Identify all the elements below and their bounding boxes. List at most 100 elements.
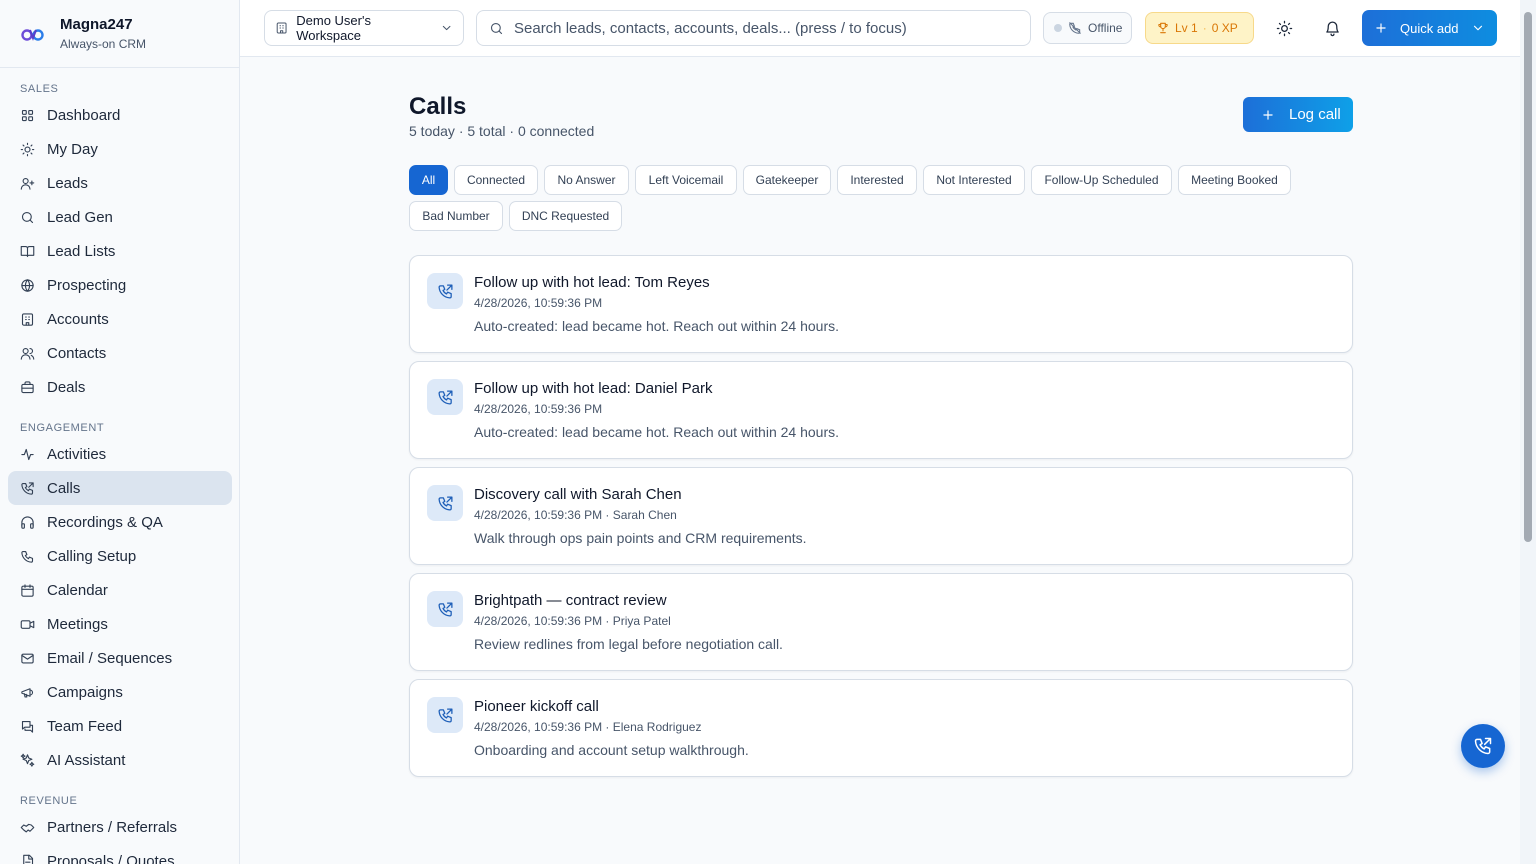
sidebar-item-leads[interactable]: Leads	[8, 166, 232, 200]
call-card[interactable]: Discovery call with Sarah Chen 4/28/2026,…	[409, 467, 1353, 565]
call-type-icon-wrap	[427, 485, 463, 521]
call-card[interactable]: Brightpath — contract review 4/28/2026, 1…	[409, 573, 1353, 671]
sidebar-item-prospecting[interactable]: Prospecting	[8, 268, 232, 302]
status-dot	[1054, 24, 1062, 32]
page-scrollbar[interactable]	[1520, 0, 1536, 864]
phone-outgoing-icon	[21, 481, 34, 495]
sidebar-item-contacts[interactable]: Contacts	[8, 336, 232, 370]
call-card[interactable]: Follow up with hot lead: Daniel Park 4/28…	[409, 361, 1353, 459]
logo-icon	[20, 21, 46, 47]
scrollbar-thumb[interactable]	[1524, 12, 1532, 542]
sidebar-item-label: Deals	[47, 378, 86, 396]
phone-icon	[21, 550, 34, 563]
plus-icon	[1263, 109, 1273, 120]
brand[interactable]: Magna247 Always-on CRM	[0, 0, 239, 68]
filter-chip-bad-number[interactable]: Bad Number	[409, 201, 503, 231]
call-title: Follow up with hot lead: Daniel Park	[474, 380, 713, 397]
filter-chip-all[interactable]: All	[409, 165, 448, 195]
filter-chip-not-interested[interactable]: Not Interested	[923, 165, 1025, 195]
nav-section-revenue: REVENUE Partners / Referrals Proposals / Q…	[0, 794, 239, 864]
filter-chip-meeting-booked[interactable]: Meeting Booked	[1178, 165, 1291, 195]
sidebar-item-activities[interactable]: Activities	[8, 437, 232, 471]
nav-section-sales: SALES Dashboard My Day Leads Lead Gen Lead Li…	[0, 82, 239, 404]
quick-add-label: Quick add	[1400, 20, 1459, 36]
sidebar-item-lead-lists[interactable]: Lead Lists	[8, 234, 232, 268]
sidebar-item-my-day[interactable]: My Day	[8, 132, 232, 166]
call-meta: 4/28/2026, 10:59:36 PM · Priya Patel	[474, 614, 671, 628]
call-card[interactable]: Pioneer kickoff call 4/28/2026, 10:59:36 …	[409, 679, 1353, 777]
call-type-icon-wrap	[427, 591, 463, 627]
sidebar-item-team-feed[interactable]: Team Feed	[8, 709, 232, 743]
xp-badge[interactable]: Lv 1 · 0 XP	[1145, 12, 1254, 44]
phone-outgoing-icon	[437, 495, 453, 511]
sidebar-item-label: Calls	[47, 479, 81, 497]
sidebar-item-label: My Day	[47, 140, 98, 158]
topbar: Demo User's Workspace Offline Lv 1 · 0 X…	[240, 0, 1520, 57]
trophy-icon	[1158, 22, 1168, 34]
sidebar-item-partners-referrals[interactable]: Partners / Referrals	[8, 810, 232, 844]
filter-chip-follow-up-scheduled[interactable]: Follow-Up Scheduled	[1031, 165, 1172, 195]
notifications-button[interactable]	[1318, 14, 1346, 42]
call-card[interactable]: Follow up with hot lead: Tom Reyes 4/28/2…	[409, 255, 1353, 353]
sidebar-item-proposals-quotes[interactable]: Proposals / Quotes	[8, 844, 232, 864]
filter-chip-left-voicemail[interactable]: Left Voicemail	[635, 165, 737, 195]
nav-section-label: ENGAGEMENT	[20, 422, 105, 434]
page-subtitle: 5 today · 5 total · 0 connected	[409, 123, 595, 139]
search-input[interactable]	[514, 19, 1014, 37]
call-meta: 4/28/2026, 10:59:36 PM	[474, 402, 603, 416]
sidebar-item-calendar[interactable]: Calendar	[8, 573, 232, 607]
global-search[interactable]	[476, 10, 1031, 46]
xp-separator: ·	[1202, 21, 1207, 35]
sidebar-item-label: AI Assistant	[47, 751, 126, 769]
sidebar-item-accounts[interactable]: Accounts	[8, 302, 232, 336]
call-type-icon-wrap	[427, 379, 463, 415]
sidebar-item-label: Lead Gen	[47, 208, 113, 226]
nav-section-label: SALES	[20, 83, 59, 95]
call-description: Auto-created: lead became hot. Reach out…	[474, 424, 839, 440]
nav-section-label: REVENUE	[20, 795, 78, 807]
brand-name: Magna247	[60, 16, 133, 33]
sidebar-item-dashboard[interactable]: Dashboard	[8, 98, 232, 132]
page-title: Calls	[409, 93, 467, 120]
sidebar-item-calling-setup[interactable]: Calling Setup	[8, 539, 232, 573]
workspace-switcher[interactable]: Demo User's Workspace	[264, 10, 464, 46]
sun-icon	[1276, 20, 1292, 36]
phone-outgoing-icon	[1474, 737, 1492, 755]
sidebar-item-recordings-qa[interactable]: Recordings & QA	[8, 505, 232, 539]
sidebar-item-campaigns[interactable]: Campaigns	[8, 675, 232, 709]
phone-outgoing-icon	[437, 707, 453, 723]
quick-add-button[interactable]: Quick add	[1362, 10, 1497, 46]
globe-icon	[21, 278, 34, 292]
sidebar-item-deals[interactable]: Deals	[8, 370, 232, 404]
filter-chip-no-answer[interactable]: No Answer	[544, 165, 629, 195]
theme-toggle[interactable]	[1270, 14, 1298, 42]
filter-chip-gatekeeper[interactable]: Gatekeeper	[743, 165, 831, 195]
sidebar-item-email-sequences[interactable]: Email / Sequences	[8, 641, 232, 675]
calendar-icon	[21, 583, 34, 597]
sidebar-item-meetings[interactable]: Meetings	[8, 607, 232, 641]
call-title: Brightpath — contract review	[474, 592, 667, 609]
sidebar-item-lead-gen[interactable]: Lead Gen	[8, 200, 232, 234]
dashboard-icon	[21, 109, 34, 121]
search-icon	[490, 22, 503, 34]
sidebar-item-label: Contacts	[47, 344, 107, 362]
dialer-fab[interactable]	[1461, 724, 1505, 768]
filter-chip-connected[interactable]: Connected	[454, 165, 538, 195]
workspace-name: Demo User's Workspace	[296, 13, 371, 43]
sidebar-item-calls[interactable]: Calls	[8, 471, 232, 505]
call-description: Auto-created: lead became hot. Reach out…	[474, 318, 839, 334]
sidebar-item-label: Campaigns	[47, 683, 123, 701]
filter-chip-dnc-requested[interactable]: DNC Requested	[509, 201, 622, 231]
sidebar-item-ai-assistant[interactable]: AI Assistant	[8, 743, 232, 777]
connection-status[interactable]: Offline	[1043, 12, 1132, 44]
log-call-button[interactable]: Log call	[1243, 97, 1353, 132]
filter-chip-interested[interactable]: Interested	[837, 165, 917, 195]
sidebar-item-label: Accounts	[47, 310, 109, 328]
sun-icon	[20, 142, 35, 156]
status-label: Offline	[1088, 21, 1123, 35]
megaphone-icon	[21, 687, 34, 697]
log-call-label: Log call	[1289, 106, 1341, 123]
headphones-icon	[21, 515, 34, 529]
chevron-down-icon[interactable]	[1471, 21, 1485, 35]
call-description: Walk through ops pain points and CRM req…	[474, 530, 807, 546]
